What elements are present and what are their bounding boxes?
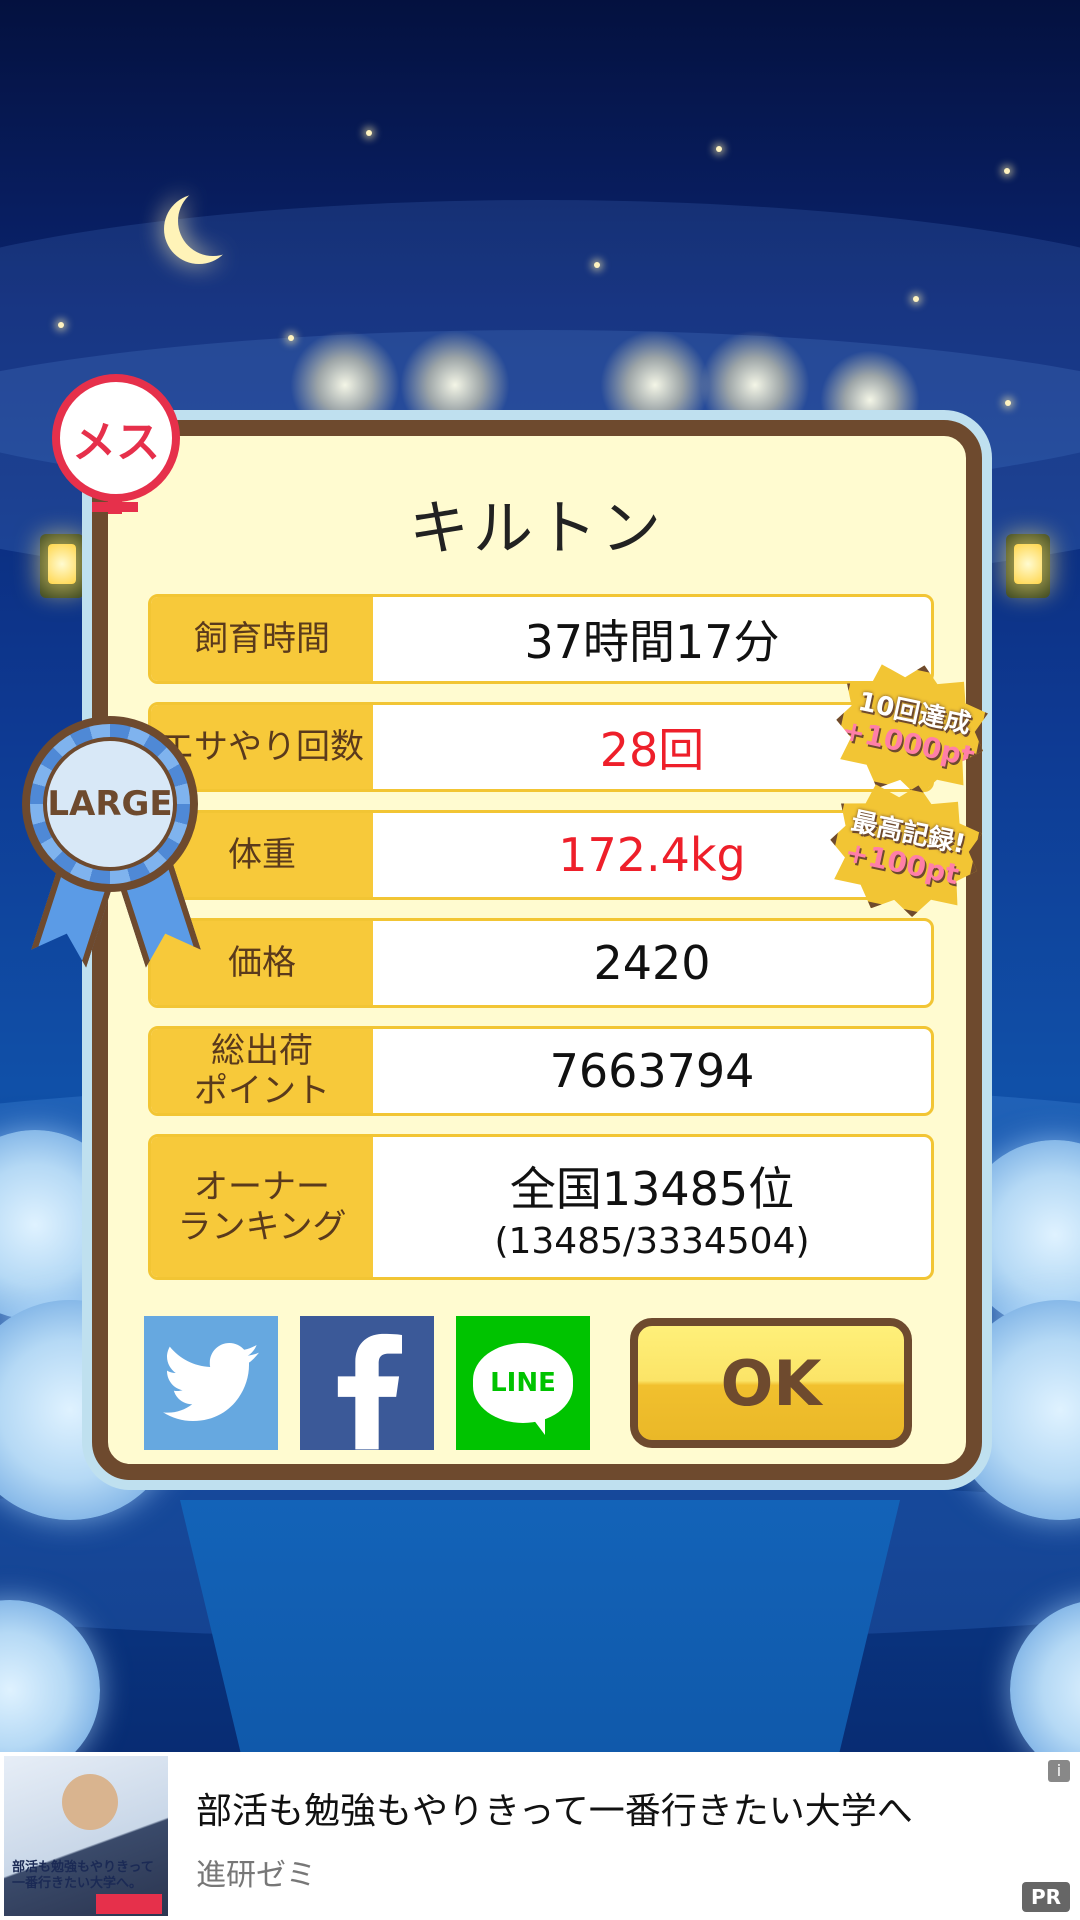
ad-thumbnail[interactable]: 部活も勉強もやりきって一番行きたい大学へ。 — [4, 1756, 168, 1916]
star-icon — [288, 335, 294, 341]
star-icon — [594, 262, 600, 268]
ad-sponsor: 進研ゼミ — [196, 1858, 316, 1893]
female-gender-badge: メス — [52, 374, 180, 502]
stat-value: 37時間17分 — [524, 615, 780, 669]
ranking-value: 全国13485位 — [509, 1161, 795, 1216]
star-icon — [1004, 168, 1010, 174]
stat-label: 総出荷 ポイント — [151, 1029, 373, 1113]
stat-row-total-points: 総出荷 ポイント 7663794 — [148, 1026, 934, 1116]
ad-info-icon[interactable]: i — [1048, 1760, 1070, 1782]
ad-person-image — [62, 1774, 118, 1830]
ad-thumb-caption: 部活も勉強もやりきって一番行きたい大学へ。 — [12, 1860, 154, 1891]
stat-value: 2420 — [593, 936, 711, 990]
twitter-share-button[interactable] — [144, 1316, 278, 1450]
pet-result-dialog: キルトン 飼育時間 37時間17分 エサやり回数 28回 体重 172.4kg … — [92, 420, 982, 1480]
stat-row-price: 価格 2420 — [148, 918, 934, 1008]
facebook-f-icon — [337, 1333, 402, 1450]
stat-label: オーナー ランキング — [151, 1137, 373, 1277]
stat-row-breeding-time: 飼育時間 37時間17分 — [148, 594, 934, 684]
line-label: LINE — [490, 1368, 556, 1398]
stat-row-owner-ranking: オーナー ランキング 全国13485位 (13485/3334504) — [148, 1134, 934, 1280]
street-lamp-icon — [1006, 534, 1050, 598]
ranking-detail: (13485/3334504) — [494, 1220, 810, 1262]
pet-name-title: キルトン — [409, 494, 665, 564]
female-symbol-cross — [92, 502, 138, 512]
stat-label: 飼育時間 — [151, 597, 373, 681]
line-bubble-icon: LINE — [473, 1343, 573, 1435]
size-label: LARGE — [43, 737, 177, 871]
stat-value-group: 全国13485位 (13485/3334504) — [373, 1137, 931, 1277]
star-icon — [716, 146, 722, 152]
carpet-path — [180, 1500, 900, 1752]
star-icon — [1005, 400, 1011, 406]
star-icon — [58, 322, 64, 328]
moon-icon — [178, 186, 248, 256]
ad-title[interactable]: 部活も勉強もやりきって一番行きたい大学へ — [196, 1782, 913, 1834]
ok-button[interactable]: OK — [630, 1318, 912, 1448]
size-ribbon-badge: LARGE — [22, 716, 198, 892]
line-share-button[interactable]: LINE — [456, 1316, 590, 1450]
ad-pr-badge: PR — [1022, 1882, 1070, 1912]
stat-value: 7663794 — [549, 1044, 755, 1098]
facebook-share-button[interactable] — [300, 1316, 434, 1450]
stat-row-feeding-count: エサやり回数 28回 — [148, 702, 934, 792]
star-icon — [913, 296, 919, 302]
street-lamp-icon — [40, 534, 84, 598]
line-bubble-tail — [533, 1419, 545, 1435]
star-icon — [366, 130, 372, 136]
ad-thumb-tag — [96, 1894, 162, 1914]
twitter-bird-icon — [163, 1343, 259, 1421]
stat-row-weight: 体重 172.4kg — [148, 810, 934, 900]
ad-banner[interactable]: 部活も勉強もやりきって一番行きたい大学へ。 部活も勉強もやりきって一番行きたい大… — [0, 1752, 1080, 1920]
